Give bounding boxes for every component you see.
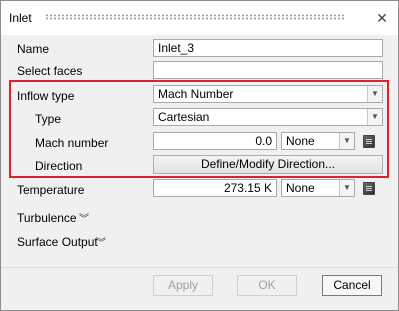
mach-number-label: Mach number: [35, 136, 109, 150]
select-faces-field[interactable]: [153, 61, 383, 79]
type-value: Cartesian: [158, 110, 210, 124]
double-chevron-down-icon[interactable]: ︾: [96, 234, 106, 249]
unit-book-icon[interactable]: [363, 135, 375, 148]
turbulence-label: Turbulence: [17, 211, 77, 225]
chevron-down-icon[interactable]: ▼: [367, 109, 382, 125]
chevron-down-icon[interactable]: ▼: [339, 180, 354, 196]
apply-button[interactable]: Apply: [153, 275, 213, 296]
mach-unit-value: None: [286, 134, 315, 148]
name-label: Name: [17, 42, 50, 56]
name-field[interactable]: Inlet_3: [153, 39, 383, 57]
temperature-label: Temperature: [17, 183, 85, 197]
dialog-title: Inlet: [9, 11, 32, 25]
ok-button[interactable]: OK: [237, 275, 297, 296]
type-label: Type: [35, 112, 62, 126]
mach-unit-select[interactable]: None ▼: [281, 132, 355, 150]
chevron-down-icon[interactable]: ▼: [339, 133, 354, 149]
close-icon[interactable]: ✕: [373, 9, 391, 27]
inflow-type-value: Mach Number: [158, 87, 234, 101]
double-chevron-down-icon[interactable]: ︾: [79, 210, 89, 225]
temperature-field[interactable]: 273.15 K: [153, 179, 277, 197]
cancel-button[interactable]: Cancel: [322, 275, 382, 296]
temperature-unit-value: None: [286, 181, 315, 195]
inflow-type-label: Inflow type: [17, 89, 75, 103]
footer-divider: [1, 267, 398, 268]
define-direction-button[interactable]: Define/Modify Direction...: [153, 155, 383, 174]
drag-grip[interactable]: [45, 14, 345, 20]
select-faces-label: Select faces: [17, 64, 83, 78]
type-select[interactable]: Cartesian ▼: [153, 108, 383, 126]
title-bar[interactable]: Inlet ✕: [1, 1, 398, 35]
chevron-down-icon[interactable]: ▼: [367, 86, 382, 102]
direction-label: Direction: [35, 159, 83, 173]
inlet-dialog: Inlet ✕ Name Inlet_3 Select faces Inflow…: [0, 0, 399, 311]
mach-number-field[interactable]: 0.0: [153, 132, 277, 150]
temperature-unit-select[interactable]: None ▼: [281, 179, 355, 197]
surface-output-label: Surface Output: [17, 235, 98, 249]
unit-book-icon[interactable]: [363, 182, 375, 195]
inflow-type-select[interactable]: Mach Number ▼: [153, 85, 383, 103]
